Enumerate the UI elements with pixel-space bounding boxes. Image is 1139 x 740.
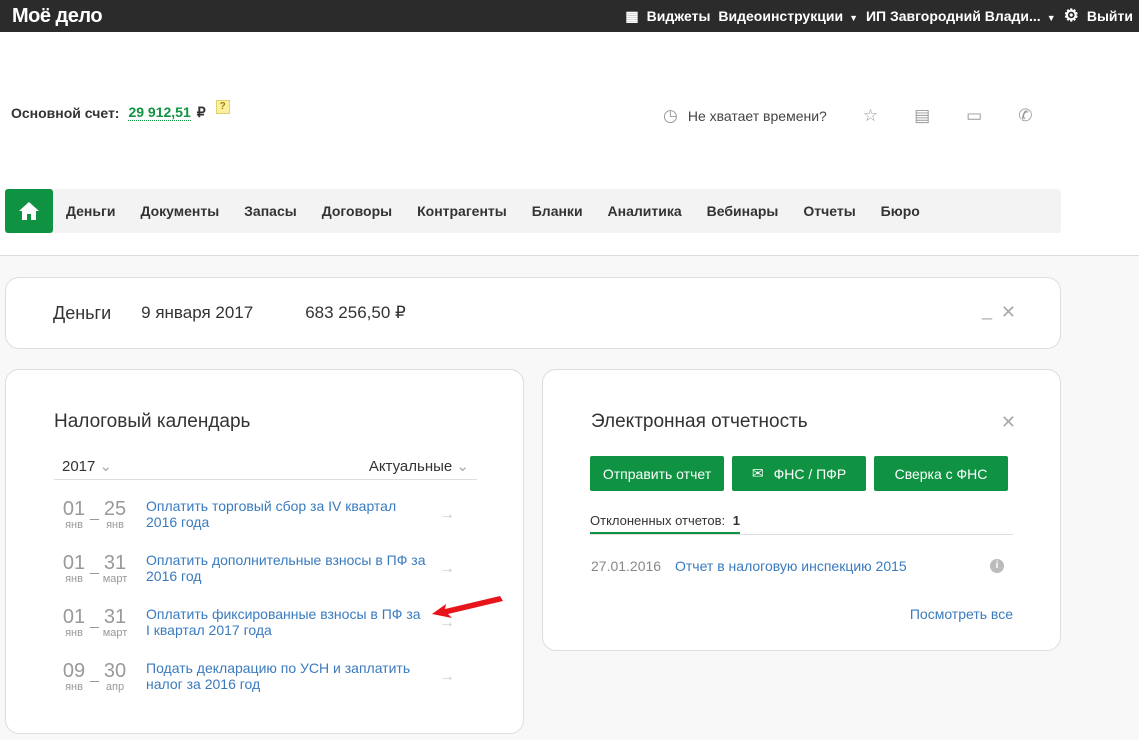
video-menu[interactable]: Видеоинструкции ▼ xyxy=(718,8,858,24)
dash: _ xyxy=(90,558,99,575)
currency: ₽ xyxy=(196,104,206,120)
gear-icon[interactable]: ⚙ xyxy=(1064,6,1079,26)
send-report-button[interactable]: Отправить отчет xyxy=(590,456,724,491)
nav-item[interactable]: Отчеты xyxy=(803,203,855,219)
header-tools: ◷ Не хватает времени? ☆ ▤ ▭ ✆ xyxy=(663,106,1032,126)
widget-title: Деньги xyxy=(53,302,112,323)
main-nav: Деньги Документы Запасы Договоры Контраг… xyxy=(5,189,1061,233)
logo[interactable]: Моё дело xyxy=(12,5,103,28)
dash: _ xyxy=(90,666,99,683)
envelope-icon: ✉ xyxy=(751,465,764,481)
button-label: Сверка с ФНС xyxy=(894,465,988,482)
user-menu[interactable]: ИП Завгородний Влади... ▼ xyxy=(866,8,1056,24)
fns-pfr-button[interactable]: ✉ ФНС / ПФР xyxy=(732,456,866,491)
account-balance: Основной счет: 29 912,51 ₽ ? xyxy=(11,99,230,121)
calendar-row[interactable]: 01 янв _ 25 янв Оплатить торговый сбор за … xyxy=(54,498,455,552)
nav-item[interactable]: Документы xyxy=(140,203,219,219)
task-link[interactable]: Подать декларацию по УСН и заплатить нал… xyxy=(146,660,426,692)
account-label: Основной счет: xyxy=(11,104,120,121)
button-label: ФНС / ПФР xyxy=(773,465,847,482)
widget-title: Электронная отчетность xyxy=(591,411,808,432)
report-date: 27.01.2016 xyxy=(591,558,662,574)
report-link[interactable]: Отчет в налоговую инспекцию 2015 xyxy=(675,558,907,574)
home-icon xyxy=(19,202,39,220)
end-date: 31 март xyxy=(102,552,128,585)
close-icon[interactable]: ✕ xyxy=(1001,412,1016,433)
calendar-row[interactable]: 01 янв _ 31 март Оплатить фиксированные вз… xyxy=(54,606,455,660)
money-sum: 683 256,50 ₽ xyxy=(305,303,406,322)
account-amount[interactable]: 29 912,51 xyxy=(128,104,191,121)
logout-link[interactable]: Выйти xyxy=(1087,8,1133,24)
filter-select[interactable]: Актуальные ⌄ xyxy=(369,457,469,475)
end-date: 25 янв xyxy=(103,498,127,531)
start-date: 01 янв xyxy=(62,606,86,639)
widgets-icon: ▦ xyxy=(625,7,639,24)
start-date: 01 янв xyxy=(62,498,86,531)
help-icon[interactable]: ? xyxy=(215,99,230,114)
arrow-right-icon[interactable]: → xyxy=(439,668,455,686)
arrow-right-icon[interactable]: → xyxy=(439,560,455,578)
start-date: 01 янв xyxy=(62,552,86,585)
chevron-down-icon: ⌄ xyxy=(99,458,113,475)
phone-icon[interactable]: ✆ xyxy=(1018,106,1032,126)
nav-item[interactable]: Бланки xyxy=(532,203,583,219)
contact-card-icon[interactable]: ▭ xyxy=(966,106,982,126)
nav-item[interactable]: Деньги xyxy=(66,203,115,219)
minimize-icon[interactable]: _ xyxy=(982,300,992,321)
year-select[interactable]: 2017 ⌄ xyxy=(62,457,112,475)
dash: _ xyxy=(90,612,99,629)
widget-title: Налоговый календарь xyxy=(54,411,251,432)
nav-item[interactable]: Контрагенты xyxy=(417,203,507,219)
video-label: Видеоинструкции xyxy=(718,8,844,24)
widgets-link[interactable]: Виджеты xyxy=(647,8,711,24)
info-icon[interactable]: i xyxy=(990,559,1004,573)
calendar-row[interactable]: 01 янв _ 31 март Оплатить дополнительные в… xyxy=(54,552,455,606)
rejected-count: 1 xyxy=(732,513,740,528)
task-link[interactable]: Оплатить дополнительные взносы в ПФ за 2… xyxy=(146,552,426,584)
chat-icon[interactable]: ▤ xyxy=(914,106,930,126)
nav-item[interactable]: Договоры xyxy=(322,203,392,219)
button-label: Отправить отчет xyxy=(602,465,712,482)
chevron-down-icon: ⌄ xyxy=(456,458,469,475)
clock-icon[interactable]: ◷ xyxy=(663,106,678,126)
nav-item[interactable]: Бюро xyxy=(881,203,920,219)
dashboard: Деньги 9 января 2017 683 256,50 ₽ _ ✕ На… xyxy=(0,255,1139,740)
rejected-tab[interactable]: Отклоненных отчетов: 1 xyxy=(590,513,740,534)
filter-value: Актуальные xyxy=(368,458,453,475)
dash: _ xyxy=(90,504,99,521)
arrow-right-icon[interactable]: → xyxy=(439,506,455,524)
close-icon[interactable]: ✕ xyxy=(1001,302,1016,323)
red-arrow-annotation xyxy=(432,596,503,618)
task-link[interactable]: Оплатить фиксированные взносы в ПФ за I … xyxy=(146,606,426,638)
end-date: 31 март xyxy=(102,606,128,639)
divider xyxy=(54,479,477,480)
calendar-row[interactable]: 09 янв _ 30 апр Подать декларацию по УСН и… xyxy=(54,660,455,714)
nav-item[interactable]: Аналитика xyxy=(608,203,682,219)
end-date: 30 апр xyxy=(103,660,127,693)
chevron-down-icon: ▼ xyxy=(1046,13,1056,23)
year-value: 2017 xyxy=(62,458,96,475)
star-icon[interactable]: ☆ xyxy=(863,106,878,126)
divider xyxy=(590,534,1013,535)
top-bar: Моё дело ▦ Виджеты Видеоинструкции ▼ ИП З… xyxy=(0,0,1139,32)
sverka-button[interactable]: Сверка с ФНС xyxy=(874,456,1008,491)
money-date: 9 января 2017 xyxy=(141,303,254,322)
task-link[interactable]: Оплатить торговый сбор за IV квартал 201… xyxy=(146,498,426,530)
time-help-link[interactable]: Не хватает времени? xyxy=(688,108,827,124)
rejected-label: Отклоненных отчетов: xyxy=(590,513,726,528)
nav-item[interactable]: Вебинары xyxy=(707,203,779,219)
e-reporting-widget: Электронная отчетность ✕ Отправить отчет… xyxy=(542,369,1061,651)
money-widget: Деньги 9 января 2017 683 256,50 ₽ _ ✕ xyxy=(5,277,1061,349)
start-date: 09 янв xyxy=(62,660,86,693)
nav-item[interactable]: Запасы xyxy=(244,203,297,219)
chevron-down-icon: ▼ xyxy=(849,13,858,23)
user-label: ИП Завгородний Влади... xyxy=(865,8,1041,24)
view-all-link[interactable]: Посмотреть все xyxy=(910,606,1013,622)
home-button[interactable] xyxy=(5,189,53,233)
tax-calendar-widget: Налоговый календарь 2017 ⌄ Актуальные ⌄ … xyxy=(5,369,524,734)
